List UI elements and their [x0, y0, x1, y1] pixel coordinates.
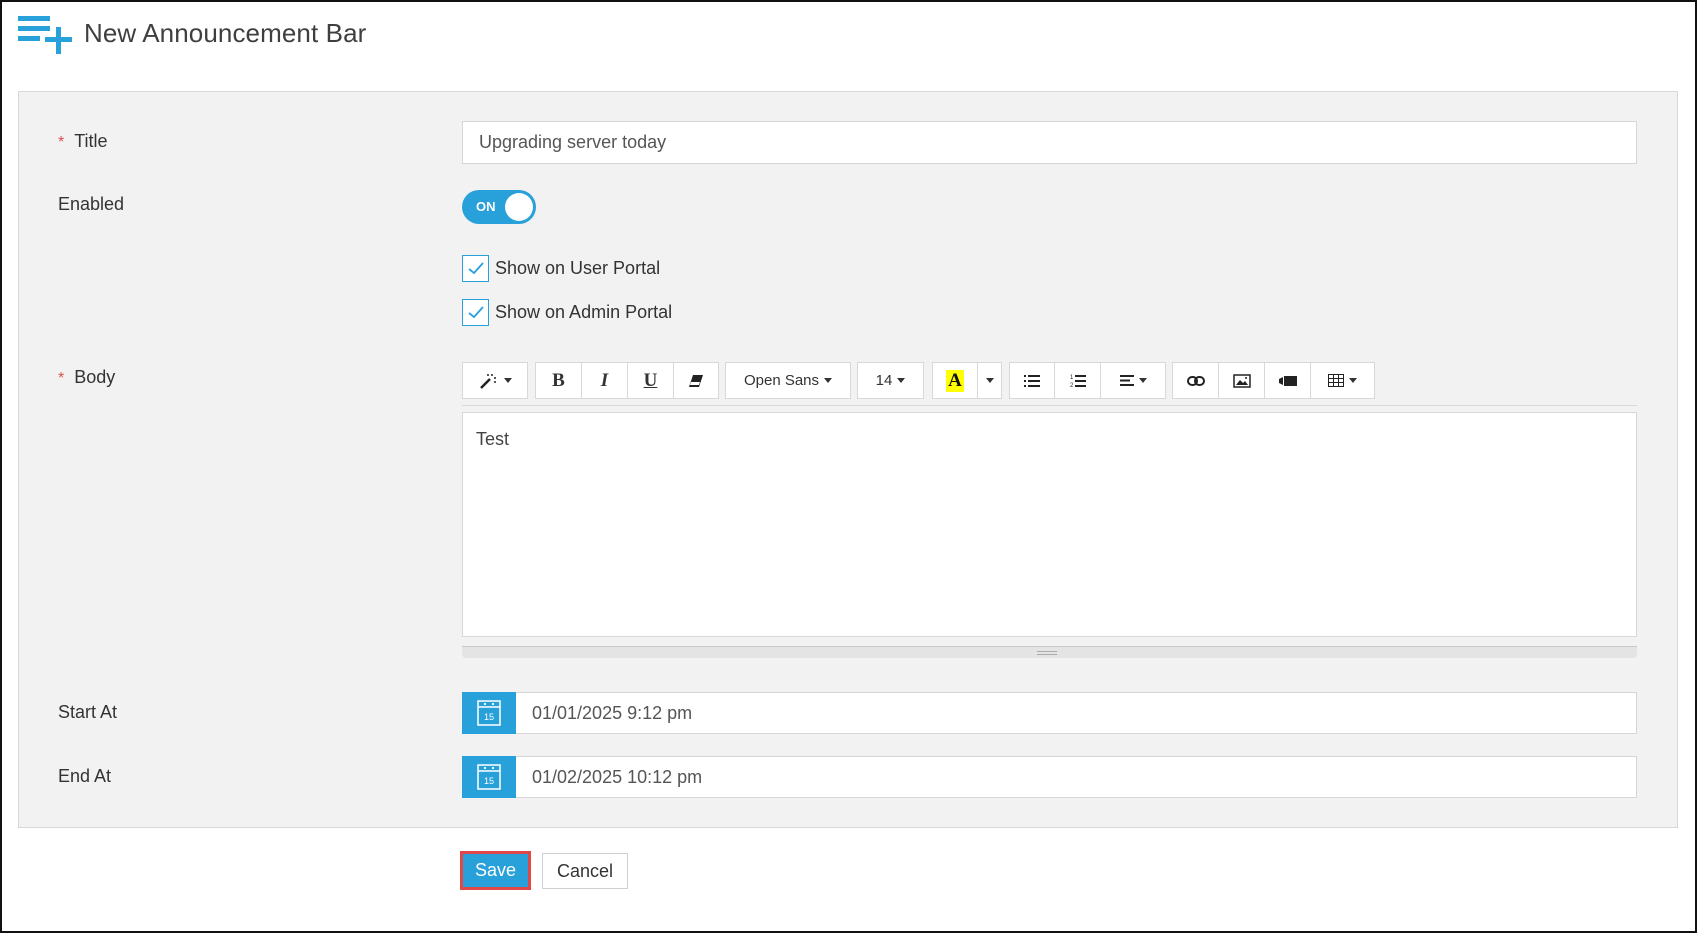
- paragraph-group: 12: [1009, 362, 1166, 399]
- color-dropdown-button[interactable]: [978, 363, 1001, 398]
- body-text: Test: [476, 429, 510, 449]
- bold-button[interactable]: B: [536, 363, 582, 398]
- numbered-list-icon: 12: [1070, 374, 1086, 388]
- body-label-text: Body: [74, 367, 116, 387]
- caret-down-icon: [985, 378, 994, 383]
- font-size-dropdown[interactable]: 14: [858, 363, 923, 398]
- toggle-knob: [505, 193, 533, 221]
- calendar-icon: 15: [477, 764, 501, 790]
- end-at-input[interactable]: [516, 756, 1637, 798]
- caret-down-icon: [503, 378, 512, 383]
- insert-picture-button[interactable]: [1219, 363, 1265, 398]
- insert-group: [1172, 362, 1375, 399]
- align-left-icon: [1119, 375, 1134, 386]
- toggle-state-label: ON: [476, 199, 496, 214]
- start-at-calendar-button[interactable]: 15: [462, 692, 516, 734]
- body-label: * Body: [58, 367, 115, 388]
- title-label: * Title: [58, 131, 108, 152]
- eraser-icon: [689, 374, 703, 387]
- resize-grip-icon: [1037, 651, 1057, 655]
- start-at-label: Start At: [58, 702, 118, 722]
- svg-text:1: 1: [1070, 375, 1074, 381]
- caret-down-icon: [1138, 378, 1147, 383]
- title-label-text: Title: [74, 131, 108, 151]
- show-on-admin-portal-checkbox[interactable]: Show on Admin Portal: [462, 298, 672, 326]
- link-icon: [1186, 375, 1205, 386]
- checkbox-box[interactable]: [462, 298, 489, 326]
- checkbox-label: Show on User Portal: [495, 257, 661, 278]
- calendar-icon: 15: [477, 700, 501, 726]
- color-group: A: [932, 362, 1002, 399]
- page-title: New Announcement Bar: [84, 18, 367, 48]
- end-at-field: 15: [462, 756, 1637, 798]
- caret-down-icon: [824, 378, 833, 383]
- magic-wand-icon: [479, 373, 496, 389]
- show-on-user-portal-checkbox[interactable]: Show on User Portal: [462, 254, 660, 282]
- start-at-input[interactable]: [516, 692, 1637, 734]
- font-family-value: Open Sans: [743, 372, 820, 389]
- calendar-day: 15: [484, 776, 494, 786]
- check-icon: [467, 261, 484, 274]
- font-size-group: 14: [857, 362, 924, 399]
- font-style-group: B I U: [535, 362, 719, 399]
- caret-down-icon: [1349, 378, 1357, 383]
- enabled-label: Enabled: [58, 194, 125, 214]
- style-button[interactable]: [463, 363, 527, 398]
- italic-button[interactable]: I: [582, 363, 628, 398]
- enabled-toggle[interactable]: ON: [462, 190, 536, 224]
- align-dropdown[interactable]: [1101, 363, 1165, 398]
- calendar-day: 15: [484, 712, 494, 722]
- font-size-value: 14: [875, 372, 893, 389]
- body-editor[interactable]: Test: [462, 412, 1637, 637]
- checkbox-label: Show on Admin Portal: [495, 301, 673, 322]
- video-icon: [1278, 375, 1297, 386]
- bullet-list-icon: [1024, 374, 1040, 387]
- ordered-list-button[interactable]: 12: [1055, 363, 1101, 398]
- insert-video-button[interactable]: [1265, 363, 1311, 398]
- table-icon: [1328, 374, 1344, 387]
- title-input[interactable]: [462, 121, 1637, 164]
- start-at-field: 15: [462, 692, 1637, 734]
- required-asterisk: *: [58, 134, 65, 151]
- end-at-label: End At: [58, 766, 112, 786]
- editor-resize-handle[interactable]: [462, 646, 1637, 658]
- font-color-icon: A: [946, 369, 964, 392]
- editor-toolbar: B I U Open Sans 14 A 12: [462, 362, 1637, 399]
- insert-table-dropdown[interactable]: [1311, 363, 1374, 398]
- end-at-calendar-button[interactable]: 15: [462, 756, 516, 798]
- required-asterisk: *: [58, 370, 65, 387]
- font-family-group: Open Sans: [725, 362, 851, 399]
- style-group: [462, 362, 528, 399]
- checkbox-box[interactable]: [462, 254, 489, 282]
- save-button[interactable]: Save: [460, 851, 531, 890]
- clear-format-button[interactable]: [674, 363, 718, 398]
- font-family-dropdown[interactable]: Open Sans: [726, 363, 850, 398]
- insert-link-button[interactable]: [1173, 363, 1219, 398]
- recent-color-button[interactable]: A: [933, 363, 978, 398]
- svg-text:2: 2: [1070, 383, 1074, 388]
- underline-button[interactable]: U: [628, 363, 674, 398]
- unordered-list-button[interactable]: [1010, 363, 1055, 398]
- toolbar-divider: [462, 405, 1637, 406]
- image-icon: [1232, 373, 1251, 388]
- playlist-add-icon: [18, 16, 72, 54]
- check-icon: [467, 305, 484, 318]
- caret-down-icon: [897, 378, 906, 383]
- cancel-button[interactable]: Cancel: [542, 853, 628, 889]
